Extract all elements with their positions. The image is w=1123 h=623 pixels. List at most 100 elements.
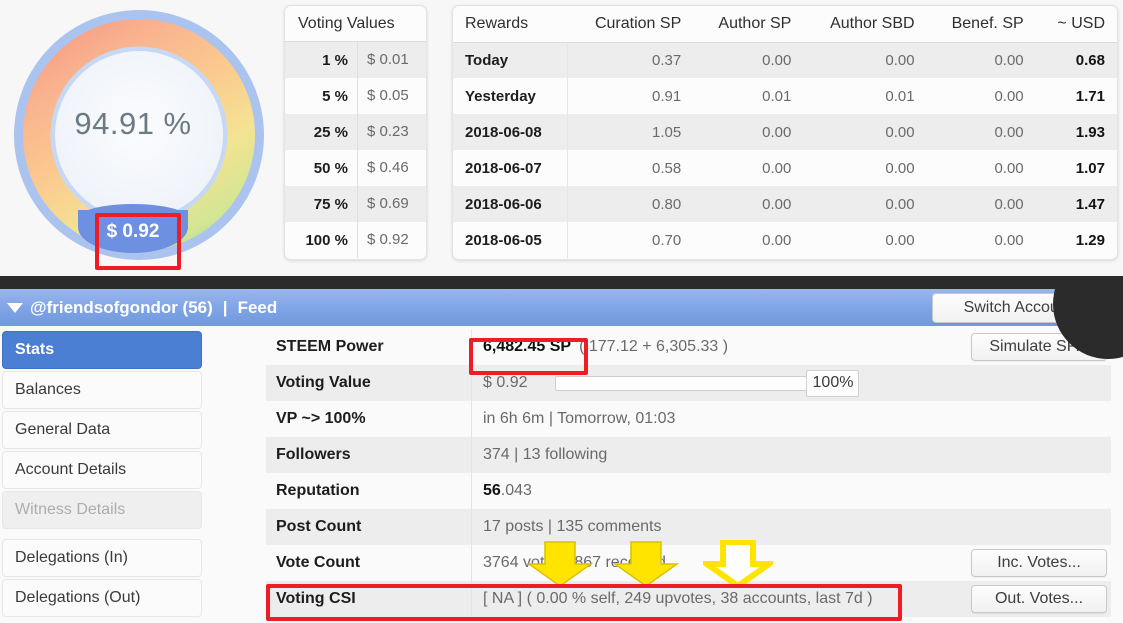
reputation-decimals: .043	[500, 482, 532, 499]
stats-row-voting-csi: Voting CSI [ NA ] ( 0.00 % self, 249 upv…	[266, 581, 1111, 617]
rewards-day: Today	[453, 42, 569, 78]
voting-values-percent: 50 %	[313, 159, 348, 177]
voting-values-title: Voting Values	[285, 6, 426, 42]
sidebar-item-balances[interactable]: Balances	[2, 371, 202, 409]
steem-power-breakdown: ( 177.12 + 6,305.33 )	[579, 338, 729, 355]
table-row: 2018-06-08 1.05 0.00 0.00 0.00 1.93	[453, 114, 1117, 150]
rewards-benef-sp: 0.00	[994, 231, 1024, 249]
rewards-benef-sp: 0.00	[926, 114, 1036, 150]
rewards-day: 2018-06-06	[453, 186, 569, 222]
rewards-col-usd: ~ USD	[1035, 6, 1117, 43]
simulate-sp-button[interactable]: Simulate SP...	[971, 333, 1107, 361]
summary-panel: 94.91 % $ 0.92 Voting Values 1 % $ 0.01 …	[0, 0, 1123, 276]
voting-values-amount: $ 0.05	[357, 78, 426, 114]
rewards-day: 2018-06-08	[453, 114, 569, 150]
voting-values-amount: $ 0.01	[357, 42, 426, 78]
reputation-integer: 56	[483, 482, 501, 499]
rewards-author-sp: 0.00	[693, 42, 804, 78]
rewards-author-sp: 0.01	[762, 87, 792, 105]
sidebar-item-witness-details: Witness Details	[2, 491, 202, 529]
rewards-author-sbd: 0.00	[885, 231, 915, 249]
down-arrow-icon	[703, 540, 773, 588]
rewards-benef-sp: 0.00	[994, 87, 1024, 105]
sidebar-item-stats[interactable]: Stats	[2, 331, 202, 369]
rewards-curation-sp: 0.91	[652, 87, 682, 105]
table-row: 2018-06-07 0.58 0.00 0.00 0.00 1.07	[453, 150, 1117, 186]
rewards-table: Rewards Curation SP Author SP Author SBD…	[453, 6, 1117, 258]
account-separator: |	[222, 297, 228, 317]
window-separator	[0, 276, 1123, 289]
voting-values-row: 100 % $ 0.92	[285, 222, 426, 258]
stats-value: in 6h 6m | Tomorrow, 01:03	[471, 401, 1111, 437]
stats-label: Voting Value	[276, 374, 371, 391]
sidebar-item-delegations-out[interactable]: Delegations (Out)	[2, 579, 202, 617]
rewards-usd: 1.07	[1075, 159, 1105, 177]
rewards-author-sbd: 0.00	[803, 186, 927, 222]
rewards-usd: 0.68	[1035, 42, 1117, 78]
table-row: Yesterday 0.91 0.01 0.01 0.00 1.71	[453, 78, 1117, 114]
sidebar-item-general-data[interactable]: General Data	[2, 411, 202, 449]
voting-values-amount: $ 0.46	[357, 150, 426, 186]
rewards-curation-sp: 0.70	[652, 231, 682, 249]
rewards-author-sp: 0.00	[693, 186, 804, 222]
stats-value: 56.043	[471, 473, 1111, 509]
rewards-benef-sp: 0.00	[994, 159, 1024, 177]
gauge-percent-label: 94.91 %	[74, 106, 192, 141]
out-votes-button[interactable]: Out. Votes...	[971, 585, 1107, 613]
rewards-curation-sp: 0.37	[567, 42, 694, 78]
rewards-author-sp: 0.00	[762, 231, 792, 249]
voting-values-row: 50 % $ 0.46	[285, 150, 426, 186]
rewards-curation-sp: 1.05	[567, 114, 694, 150]
account-name[interactable]: @friendsofgondor (56)	[30, 298, 213, 318]
stats-value: $ 0.92 100%	[471, 365, 1111, 401]
sidebar-item-account-details[interactable]: Account Details	[2, 451, 202, 489]
stats-label: Followers	[276, 446, 351, 463]
stats-row-reputation: Reputation 56.043	[266, 473, 1111, 509]
rewards-day: Yesterday	[453, 78, 569, 114]
rewards-author-sbd: 0.00	[803, 114, 927, 150]
stats-row-voting-value: Voting Value $ 0.92 100%	[266, 365, 1111, 401]
rewards-col-rewards: Rewards	[453, 6, 568, 43]
rewards-usd: 1.71	[1075, 87, 1105, 105]
voting-power-gauge: 94.91 % $ 0.92	[4, 2, 269, 272]
highlight-voting-value-chip	[95, 213, 181, 270]
rewards-curation-sp: 0.58	[652, 159, 682, 177]
rewards-author-sp: 0.00	[762, 159, 792, 177]
voting-percent-value[interactable]: 100%	[806, 369, 860, 397]
voting-values-row: 75 % $ 0.69	[285, 186, 426, 222]
table-row: Today 0.37 0.00 0.00 0.00 0.68	[453, 42, 1117, 78]
rewards-usd: 1.93	[1035, 114, 1117, 150]
table-row: 2018-06-05 0.70 0.00 0.00 0.00 1.29	[453, 222, 1117, 258]
stats-row-vote-count: Vote Count 3764 votes | 867 received Inc…	[266, 545, 1111, 581]
voting-values-card: Voting Values 1 % $ 0.01 5 % $ 0.05 25 %…	[284, 5, 427, 260]
inc-votes-button[interactable]: Inc. Votes...	[971, 549, 1107, 577]
table-row: 2018-06-06 0.80 0.00 0.00 0.00 1.47	[453, 186, 1117, 222]
stats-value: 374 | 13 following	[471, 437, 1111, 473]
stats-label: VP ~> 100%	[276, 410, 366, 427]
voting-values-percent: 100 %	[305, 231, 348, 249]
voting-values-percent: 1 %	[322, 51, 348, 69]
account-section-label: Feed	[237, 297, 278, 317]
chevron-down-icon[interactable]	[7, 302, 23, 313]
stats-label: Voting CSI	[276, 590, 356, 607]
rewards-curation-sp: 0.80	[567, 186, 694, 222]
voting-values-row: 1 % $ 0.01	[285, 42, 426, 78]
stats-label: STEEM Power	[276, 338, 384, 355]
rewards-author-sp: 0.00	[693, 114, 804, 150]
rewards-col-author-sp: Author SP	[693, 6, 804, 43]
rewards-author-sbd: 0.00	[803, 42, 927, 78]
stats-label: Reputation	[276, 482, 360, 499]
rewards-header-row: Rewards Curation SP Author SP Author SBD…	[453, 6, 1117, 43]
down-arrow-icon	[612, 541, 680, 587]
rewards-benef-sp: 0.00	[926, 186, 1036, 222]
switch-account-button[interactable]: Switch Account...	[932, 293, 1117, 323]
voting-values-amount: $ 0.69	[357, 186, 426, 222]
sidebar-divider	[2, 531, 202, 539]
sidebar-item-delegations-in[interactable]: Delegations (In)	[2, 539, 202, 577]
voting-percent-slider[interactable]	[555, 375, 808, 391]
rewards-day: 2018-06-07	[453, 150, 569, 186]
stats-row-vp-recharge: VP ~> 100% in 6h 6m | Tomorrow, 01:03	[266, 401, 1111, 437]
voting-values-amount: $ 0.23	[357, 114, 426, 150]
stats-row-followers: Followers 374 | 13 following	[266, 437, 1111, 473]
stats-table: STEEM Power 6,482.45 SP ( 177.12 + 6,305…	[266, 329, 1111, 617]
